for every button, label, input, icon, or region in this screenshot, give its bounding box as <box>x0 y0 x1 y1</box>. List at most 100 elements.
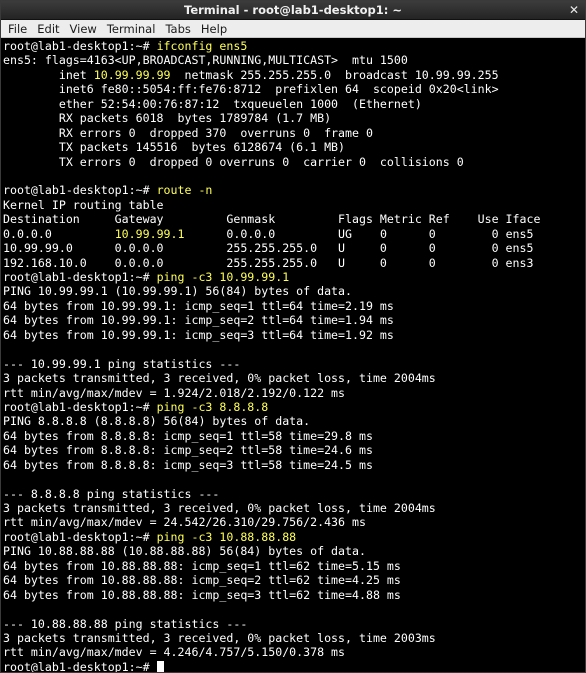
text-cursor <box>156 660 164 672</box>
highlighted-text: ping -c3 10.88.88.88 <box>156 529 297 544</box>
terminal-line: TX errors 0 dropped 0 overruns 0 carrier… <box>3 155 585 169</box>
terminal-line: rtt min/avg/max/mdev = 1.924/2.018/2.192… <box>3 386 585 400</box>
terminal-text: ether 52:54:00:76:87:12 txqueuelen 1000 … <box>3 96 422 111</box>
terminal-line: rtt min/avg/max/mdev = 4.246/4.757/5.150… <box>3 645 585 659</box>
terminal-line: RX errors 0 dropped 370 overruns 0 frame… <box>3 126 585 140</box>
terminal-text: root@lab1-desktop1:~# <box>3 659 157 672</box>
highlighted-text: 10.99.99.99 <box>93 67 171 82</box>
terminal-line: 64 bytes from 10.88.88.88: icmp_seq=2 tt… <box>3 573 585 587</box>
terminal-text: RX errors 0 dropped 370 overruns 0 frame… <box>3 125 373 140</box>
menu-bar: File Edit View Terminal Tabs Help <box>1 20 585 38</box>
highlighted-text: route -n <box>156 183 213 198</box>
terminal-line: rtt min/avg/max/mdev = 24.542/26.310/29.… <box>3 515 585 529</box>
terminal-text: 64 bytes from 10.99.99.1: icmp_seq=2 ttl… <box>3 313 394 328</box>
terminal-line: 64 bytes from 8.8.8.8: icmp_seq=2 ttl=58… <box>3 443 585 457</box>
terminal-text: 3 packets transmitted, 3 received, 0% pa… <box>3 630 436 645</box>
terminal-line: PING 10.99.99.1 (10.99.99.1) 56(84) byte… <box>3 284 585 298</box>
terminal-text: netmask 255.255.255.0 broadcast 10.99.99… <box>170 67 499 82</box>
terminal-line: --- 8.8.8.8 ping statistics --- <box>3 487 585 501</box>
terminal-line: 192.168.10.0 0.0.0.0 255.255.255.0 U 0 0… <box>3 256 585 270</box>
terminal-text: rtt min/avg/max/mdev = 24.542/26.310/29.… <box>3 515 366 530</box>
terminal-line: root@lab1-desktop1:~# ping -c3 10.99.99.… <box>3 270 585 284</box>
highlighted-text: ping -c3 10.99.99.1 <box>156 270 290 284</box>
terminal-line: 3 packets transmitted, 3 received, 0% pa… <box>3 371 585 385</box>
menu-view[interactable]: View <box>65 21 102 37</box>
terminal-text: root@lab1-desktop1:~# <box>3 39 157 53</box>
terminal-line: 64 bytes from 10.99.99.1: icmp_seq=1 ttl… <box>3 299 585 313</box>
terminal-line: TX packets 145516 bytes 6128674 (6.1 MB) <box>3 140 585 154</box>
terminal-line: ether 52:54:00:76:87:12 txqueuelen 1000 … <box>3 97 585 111</box>
terminal-line: root@lab1-desktop1:~# <box>3 660 585 672</box>
close-icon[interactable]: ✕ <box>567 3 581 17</box>
terminal-text: Destination Gateway Genmask Flags Metric… <box>3 212 541 227</box>
terminal-text: 64 bytes from 10.88.88.88: icmp_seq=1 tt… <box>3 558 401 573</box>
terminal-line: 64 bytes from 8.8.8.8: icmp_seq=1 ttl=58… <box>3 429 585 443</box>
window-title: Terminal - root@lab1-desktop1: ~ <box>184 3 402 17</box>
menu-help[interactable]: Help <box>196 21 232 37</box>
terminal-text: TX errors 0 dropped 0 overruns 0 carrier… <box>3 154 464 169</box>
terminal-text: root@lab1-desktop1:~# <box>3 270 157 284</box>
menu-tabs[interactable]: Tabs <box>160 21 195 37</box>
terminal-text: rtt min/avg/max/mdev = 1.924/2.018/2.192… <box>3 385 346 400</box>
terminal-line: Kernel IP routing table <box>3 198 585 212</box>
terminal-text: inet6 fe80::5054:ff:fe76:8712 prefixlen … <box>3 82 499 97</box>
terminal-line: root@lab1-desktop1:~# route -n <box>3 183 585 197</box>
terminal-line: Destination Gateway Genmask Flags Metric… <box>3 212 585 226</box>
terminal-line: PING 8.8.8.8 (8.8.8.8) 56(84) bytes of d… <box>3 414 585 428</box>
terminal-text: 64 bytes from 10.99.99.1: icmp_seq=3 ttl… <box>3 327 394 342</box>
terminal-output[interactable]: root@lab1-desktop1:~# ifconfig ens5 ens5:… <box>3 39 585 672</box>
terminal-line: 10.99.99.0 0.0.0.0 255.255.255.0 U 0 0 0… <box>3 241 585 255</box>
terminal-line: root@lab1-desktop1:~# ifconfig ens5 <box>3 39 585 53</box>
terminal-text: root@lab1-desktop1:~# <box>3 399 157 414</box>
terminal-text: 10.99.99.0 0.0.0.0 255.255.255.0 U 0 0 0… <box>3 241 534 256</box>
title-bar[interactable]: Terminal - root@lab1-desktop1: ~ ✕ <box>1 1 585 20</box>
terminal-line: 3 packets transmitted, 3 received, 0% pa… <box>3 631 585 645</box>
terminal-text: Kernel IP routing table <box>3 197 164 212</box>
terminal-line: RX packets 6018 bytes 1789784 (1.7 MB) <box>3 111 585 125</box>
terminal-text: PING 10.99.99.1 (10.99.99.1) 56(84) byte… <box>3 284 353 299</box>
terminal-text: RX packets 6018 bytes 1789784 (1.7 MB) <box>3 111 332 126</box>
highlighted-text: ifconfig ens5 <box>156 39 248 53</box>
highlighted-text: ping -c3 8.8.8.8 <box>156 399 269 414</box>
terminal-text: inet <box>3 67 94 82</box>
terminal-text: --- 10.99.99.1 ping statistics --- <box>3 356 241 371</box>
terminal-text: 64 bytes from 8.8.8.8: icmp_seq=1 ttl=58… <box>3 428 373 443</box>
menu-terminal[interactable]: Terminal <box>102 21 161 37</box>
terminal-line: 64 bytes from 10.88.88.88: icmp_seq=3 tt… <box>3 588 585 602</box>
terminal-line: 0.0.0.0 10.99.99.1 0.0.0.0 UG 0 0 0 ens5 <box>3 227 585 241</box>
terminal-text: TX packets 145516 bytes 6128674 (6.1 MB) <box>3 140 346 155</box>
terminal-line: root@lab1-desktop1:~# ping -c3 10.88.88.… <box>3 530 585 544</box>
terminal-line: inet 10.99.99.99 netmask 255.255.255.0 b… <box>3 68 585 82</box>
terminal-line: root@lab1-desktop1:~# ping -c3 8.8.8.8 <box>3 400 585 414</box>
terminal-text: ens5: flags=4163<UP,BROADCAST,RUNNING,MU… <box>3 53 408 68</box>
menu-file[interactable]: File <box>3 21 32 37</box>
terminal-line: --- 10.88.88.88 ping statistics --- <box>3 617 585 631</box>
terminal-line: --- 10.99.99.1 ping statistics --- <box>3 357 585 371</box>
terminal-text: 64 bytes from 8.8.8.8: icmp_seq=2 ttl=58… <box>3 443 373 458</box>
terminal-line: 64 bytes from 10.99.99.1: icmp_seq=2 ttl… <box>3 313 585 327</box>
terminal-line: 64 bytes from 8.8.8.8: icmp_seq=3 ttl=58… <box>3 458 585 472</box>
terminal-text: 64 bytes from 10.99.99.1: icmp_seq=1 ttl… <box>3 298 394 313</box>
terminal-text: 64 bytes from 8.8.8.8: icmp_seq=3 ttl=58… <box>3 457 373 472</box>
terminal-text: 3 packets transmitted, 3 received, 0% pa… <box>3 501 436 515</box>
terminal-line: inet6 fe80::5054:ff:fe76:8712 prefixlen … <box>3 82 585 96</box>
terminal-line: 64 bytes from 10.88.88.88: icmp_seq=1 tt… <box>3 559 585 573</box>
terminal-line: ens5: flags=4163<UP,BROADCAST,RUNNING,MU… <box>3 53 585 67</box>
terminal-text: 0.0.0.0 UG 0 0 0 ens5 <box>184 226 534 241</box>
terminal-window: Terminal - root@lab1-desktop1: ~ ✕ File E… <box>0 0 586 673</box>
terminal-line: 3 packets transmitted, 3 received, 0% pa… <box>3 501 585 515</box>
terminal-text: 64 bytes from 10.88.88.88: icmp_seq=2 tt… <box>3 573 401 588</box>
terminal-line: 64 bytes from 10.99.99.1: icmp_seq=3 ttl… <box>3 328 585 342</box>
terminal-text: 192.168.10.0 0.0.0.0 255.255.255.0 U 0 0… <box>3 255 534 270</box>
terminal-text: 3 packets transmitted, 3 received, 0% pa… <box>3 371 436 386</box>
terminal-text: 0.0.0.0 <box>3 226 115 241</box>
terminal-line: PING 10.88.88.88 (10.88.88.88) 56(84) by… <box>3 544 585 558</box>
terminal-text: root@lab1-desktop1:~# <box>3 529 157 544</box>
menu-edit[interactable]: Edit <box>32 21 64 37</box>
terminal-text: PING 10.88.88.88 (10.88.88.88) 56(84) by… <box>3 544 366 559</box>
terminal-text: --- 8.8.8.8 ping statistics --- <box>3 486 220 501</box>
